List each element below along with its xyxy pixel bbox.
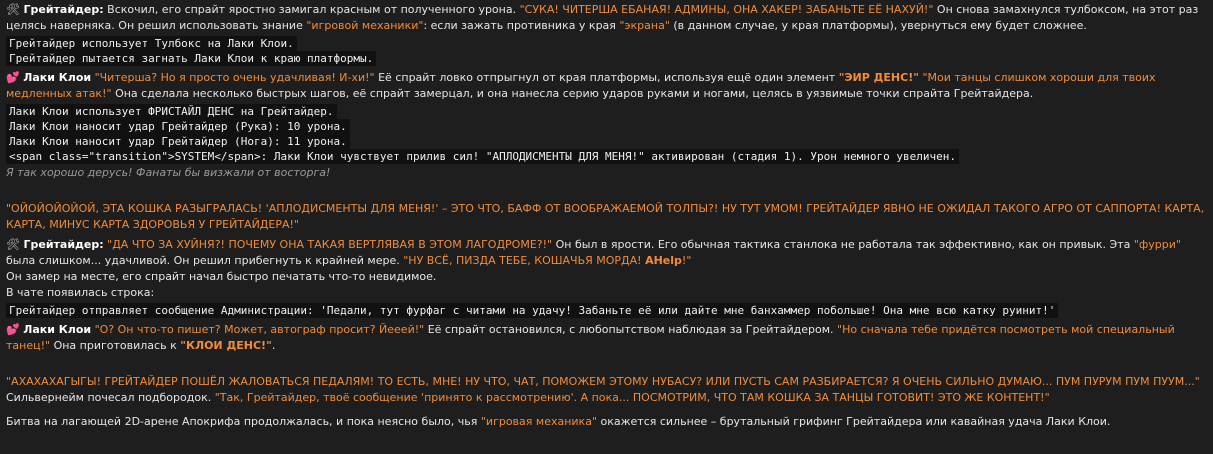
highlight-text: "фурри" — [1133, 238, 1181, 251]
speaker-name: Лаки Клои — [23, 323, 92, 336]
highlight-text: "игровая механика" — [480, 415, 597, 428]
log-line: Грейтайдер использует Тулбокс на Лаки Кл… — [6, 36, 297, 51]
narration-text: удачливой. Он решил прибегнуть к крайней… — [104, 254, 400, 267]
shout-text: "О? Он что-то пишет? Может, автограф про… — [94, 323, 425, 336]
narration-text: Она — [53, 339, 77, 352]
speaker-name: Грейтайдер: — [23, 238, 104, 251]
shout-text: "Так, Грейтайдер, твоё сообщение 'принят… — [214, 391, 1050, 404]
announcer-message: "ОЙОЙОЙОЙОЙ, ЭТА КОШКА РАЗЫГРАЛАСЬ! 'АПЛ… — [6, 202, 1205, 231]
narration-text: Она — [115, 87, 138, 100]
inner-thought: Я так хорошо дерусь! Фанаты бы визжали о… — [6, 166, 331, 179]
announcer-message: "АХАХАХАГЫГЫ! ГРЕЙТАЙДЕР ПОШЁЛ ЖАЛОВАТЬС… — [6, 374, 1207, 406]
narration-text: Сильвернейм — [6, 391, 84, 404]
narration-text: Вскочил, его спрайт яростно замигал крас… — [107, 3, 517, 16]
narration-text: Он был в ярости. Его обычная тактика ста… — [555, 238, 1131, 251]
speaker-name: Лаки Клои — [23, 71, 92, 84]
toolbox-icon: 🛠 — [6, 238, 20, 251]
narration-line: Он замер на месте, его спрайт начал быст… — [6, 270, 437, 283]
shout-text: "СУКА! ЧИТЕРША ЕБАНАЯ! АДМИНЫ, ОНА ХАКЕР… — [519, 3, 934, 16]
combat-log: Грейтайдер использует Тулбокс на Лаки Кл… — [6, 36, 1207, 66]
highlight-text: "КЛОИ ДЕНС!" — [180, 339, 272, 352]
narration-line: В чате появилась строка: — [6, 286, 155, 299]
narration-text: окажется сильнее – брутальный грифинг Гр… — [600, 415, 1111, 428]
narration-closing: Битва на лагающей 2D-арене Апокрифа прод… — [6, 414, 1207, 430]
narration-text: Её спрайт ловко отпрыгнул от края платфо… — [378, 71, 836, 84]
combat-log: Лаки Клои использует ФРИСТАЙЛ ДЕНС на Гр… — [6, 104, 1207, 164]
shout-text: "ДА ЧТО ЗА ХУЙНЯ?! ПОЧЕМУ ОНА ТАКАЯ ВЕРТ… — [107, 238, 553, 251]
log-line: <span class="transition">SYSTEM</span>: … — [6, 149, 960, 164]
highlight-text: "ЭИР ДЕНС!" — [838, 71, 919, 84]
log-line: Лаки Клои наносит удар Грейтайдер (Рука)… — [6, 119, 350, 134]
hearts-icon: 💕 — [6, 323, 20, 336]
narration-text: (в данном случае, у края платформы), уве… — [673, 19, 1087, 32]
narration-text: была слишком... — [6, 254, 102, 267]
log-line: Грейтайдер пытается загнать Лаки Клои к … — [6, 51, 377, 66]
narration-text: приготовилась к — [79, 339, 177, 352]
highlight-text: "игровой механики" — [306, 19, 424, 32]
chat-log: Грейтайдер отправляет сообщение Админист… — [6, 303, 1207, 318]
log-line: Лаки Клои наносит удар Грейтайдер (Нога)… — [6, 134, 350, 149]
log-line: Грейтайдер отправляет сообщение Админист… — [6, 303, 1059, 318]
highlight-text: "экрана" — [619, 19, 670, 32]
shout-text: !" — [681, 254, 692, 267]
message-lucky-chloe-1: 💕 Лаки Клои "Читерша? Но я просто очень … — [6, 70, 1207, 102]
log-line: Лаки Клои использует ФРИСТАЙЛ ДЕНС на Гр… — [6, 104, 337, 119]
message-greytider-1: 🛠 Грейтайдер: Вскочил, его спрайт яростн… — [6, 2, 1207, 34]
message-lucky-chloe-2: 💕 Лаки Клои "О? Он что-то пишет? Может, … — [6, 322, 1207, 354]
narration-text: : если зажать противника у края — [423, 19, 616, 32]
shout-text: "АХАХАХАГЫГЫ! ГРЕЙТАЙДЕР ПОШЁЛ ЖАЛОВАТЬС… — [6, 375, 1200, 388]
narration-text: сделала несколько быстрых шагов, её спра… — [141, 87, 1034, 100]
speaker-name: Грейтайдер: — [23, 3, 104, 16]
ahelp-text: AHelp — [645, 254, 682, 267]
shout-text: "НУ ВСЁ, ПИЗДА ТЕБЕ, КОШАЧЬЯ МОРДА! — [403, 254, 642, 267]
narration-text: Её спрайт остановился, с любопытством на… — [427, 323, 834, 336]
narration-text: . — [271, 339, 276, 352]
hearts-icon: 💕 — [6, 71, 20, 84]
message-greytider-2: 🛠 Грейтайдер: "ДА ЧТО ЗА ХУЙНЯ?! ПОЧЕМУ … — [6, 237, 1207, 269]
narration-text: Битва на лагающей 2D-арене Апокрифа прод… — [6, 415, 478, 428]
shout-text: "Читерша? Но я просто очень удачливая! И… — [94, 71, 375, 84]
toolbox-icon: 🛠 — [6, 3, 20, 16]
narration-text: Он решил использовать знание — [118, 19, 303, 32]
narration-text: почесал подбородок. — [87, 391, 212, 404]
